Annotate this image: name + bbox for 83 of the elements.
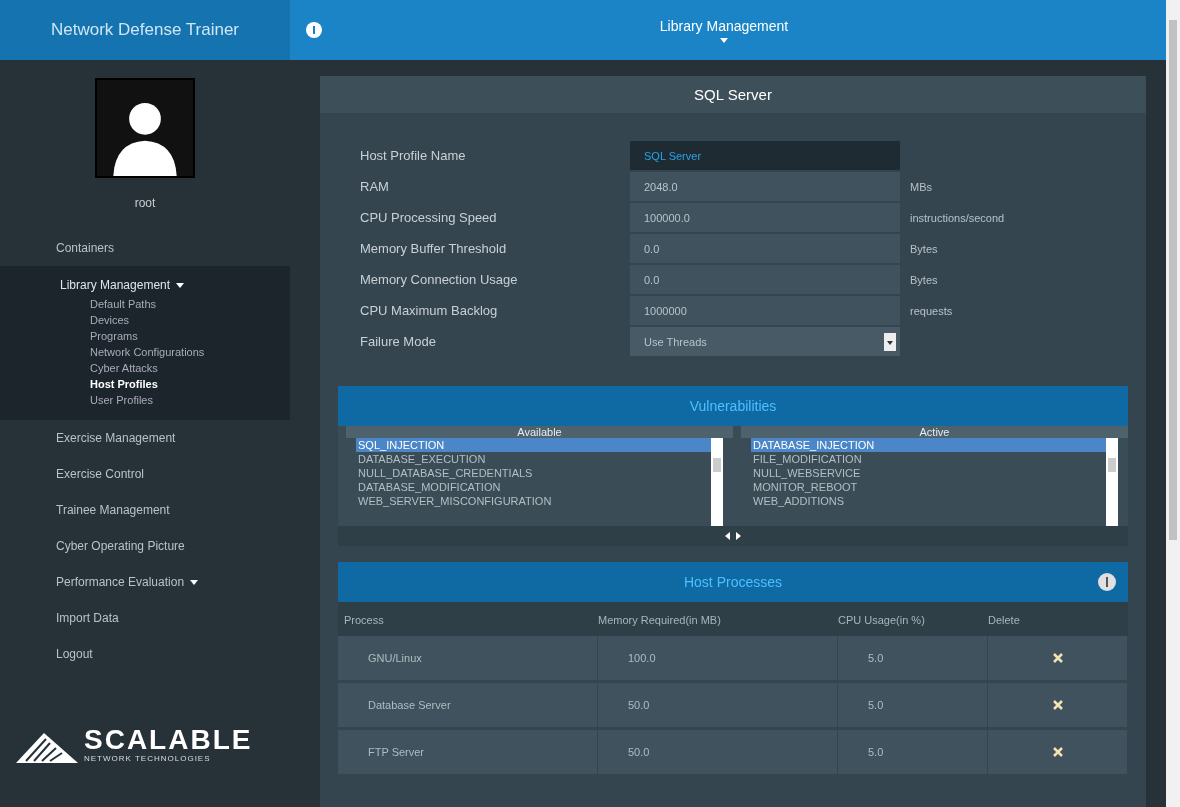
list-item[interactable]: WEB_ADDITIONS bbox=[751, 494, 1106, 508]
section-title: Vulnerabilities bbox=[338, 386, 1128, 426]
table-cell: Database Server bbox=[338, 683, 598, 730]
swap-arrows-icon[interactable] bbox=[725, 532, 741, 540]
user-name: root bbox=[133, 196, 157, 210]
page-title: Library Management bbox=[659, 17, 789, 34]
nav-subitem[interactable]: Default Paths bbox=[60, 296, 290, 312]
nav-item[interactable]: Import Data bbox=[56, 605, 290, 631]
table-cell: 5.0 bbox=[838, 683, 988, 730]
field-label: RAM bbox=[360, 179, 390, 194]
list-item[interactable]: DATABASE_EXECUTION bbox=[356, 452, 711, 466]
column-header: Delete bbox=[988, 613, 1021, 628]
list-heading: Available bbox=[346, 426, 733, 438]
table-cell: FTP Server bbox=[338, 730, 598, 777]
table-cell: 50.0 bbox=[598, 730, 838, 777]
list-item[interactable]: SQL_INJECTION bbox=[356, 438, 711, 452]
info-icon[interactable] bbox=[306, 22, 322, 38]
list-item[interactable]: MONITOR_REBOOT bbox=[751, 480, 1106, 494]
pyramid-logo-icon bbox=[16, 731, 78, 763]
table-cell: 50.0 bbox=[598, 683, 838, 730]
table-cell: 5.0 bbox=[838, 636, 988, 683]
nav-item[interactable]: Library Management bbox=[60, 274, 290, 296]
table-cell: GNU/Linux bbox=[338, 636, 598, 683]
input-field[interactable]: 0.0 bbox=[630, 265, 900, 294]
list-item[interactable]: DATABASE_INJECTION bbox=[751, 438, 1106, 452]
delete-icon[interactable] bbox=[1052, 700, 1063, 710]
caret-icon[interactable] bbox=[720, 37, 728, 43]
column-header: Memory Required(in MB) bbox=[598, 613, 722, 628]
field-label: Memory Buffer Threshold bbox=[360, 241, 508, 256]
list-item[interactable]: WEB_SERVER_MISCONFIGURATION bbox=[356, 494, 711, 508]
unit-label: requests bbox=[910, 304, 953, 317]
field-label: Failure Mode bbox=[360, 334, 437, 349]
panel-title: SQL Server bbox=[320, 76, 1146, 113]
input-field[interactable]: 100000.0 bbox=[630, 203, 900, 232]
unit-label: instructions/second bbox=[910, 211, 1005, 224]
section-title: Host Processes bbox=[683, 574, 782, 590]
input-field[interactable]: 0.0 bbox=[630, 234, 900, 263]
caret-icon bbox=[176, 282, 185, 288]
field-label: CPU Processing Speed bbox=[360, 210, 498, 225]
field-label: CPU Maximum Backlog bbox=[360, 303, 499, 318]
table-cell: 100.0 bbox=[598, 636, 838, 683]
delete-icon[interactable] bbox=[1052, 747, 1063, 757]
nav-item[interactable]: Trainee Management bbox=[56, 497, 290, 523]
nav-item[interactable]: Exercise Control bbox=[56, 461, 290, 487]
app-title: Network Defense Trainer bbox=[0, 0, 290, 60]
list-item[interactable]: NULL_WEBSERVICE bbox=[751, 466, 1106, 480]
unit-label: Bytes bbox=[910, 242, 938, 255]
info-icon[interactable] bbox=[1098, 573, 1116, 591]
logo-tagline: NETWORK TECHNOLOGIES bbox=[84, 754, 212, 763]
input-field[interactable]: 2048.0 bbox=[630, 172, 900, 201]
nav-subitem[interactable]: Cyber Attacks bbox=[60, 360, 290, 376]
scrollbar[interactable] bbox=[1166, 0, 1180, 807]
nav-subitem[interactable]: Network Configurations bbox=[60, 344, 290, 360]
column-header: CPU Usage(in %) bbox=[838, 613, 926, 628]
list-box[interactable]: SQL_INJECTION DATABASE_EXECUTION NULL_DATABASE_CREDENTIALS DATABASE_MODIFICATION WEB_SERVER_MISCONFIGURATION bbox=[356, 438, 723, 526]
list-item[interactable]: NULL_DATABASE_CREDENTIALS bbox=[356, 466, 711, 480]
nav-subitem[interactable]: Programs bbox=[60, 328, 290, 344]
field-label: Host Profile Name bbox=[360, 148, 467, 163]
input-field[interactable]: SQL Server bbox=[630, 141, 900, 170]
nav-item[interactable]: Containers bbox=[56, 235, 290, 261]
input-field[interactable]: 1000000 bbox=[630, 296, 900, 325]
nav-item[interactable]: Cyber Operating Picture bbox=[56, 533, 290, 559]
list-item[interactable]: DATABASE_MODIFICATION bbox=[356, 480, 711, 494]
delete-icon[interactable] bbox=[1052, 653, 1063, 663]
table-cell: 5.0 bbox=[838, 730, 988, 777]
list-item[interactable]: FILE_MODIFICATION bbox=[751, 452, 1106, 466]
nav-item[interactable]: Performance Evaluation bbox=[56, 569, 290, 595]
dropdown[interactable]: Use Threads bbox=[630, 327, 900, 356]
list-heading: Active bbox=[741, 426, 1128, 438]
field-label: Memory Connection Usage bbox=[360, 272, 519, 287]
scrollbar[interactable] bbox=[1106, 438, 1118, 526]
nav-item[interactable]: Logout bbox=[56, 641, 290, 667]
column-header: Process bbox=[343, 613, 385, 628]
caret-icon bbox=[190, 579, 199, 585]
nav-subitem[interactable]: Host Profiles bbox=[60, 376, 290, 392]
nav-subitem[interactable]: User Profiles bbox=[60, 392, 290, 408]
unit-label: Bytes bbox=[910, 273, 938, 286]
nav-subitem[interactable]: Devices bbox=[60, 312, 290, 328]
logo-wordmark: SCALABLE bbox=[84, 726, 253, 754]
unit-label: MBs bbox=[910, 180, 932, 193]
list-box[interactable]: DATABASE_INJECTION FILE_MODIFICATION NULL_WEBSERVICE MONITOR_REBOOT WEB_ADDITIONS bbox=[751, 438, 1118, 526]
scrollbar[interactable] bbox=[711, 438, 723, 526]
nav-item[interactable]: Exercise Management bbox=[56, 425, 290, 451]
